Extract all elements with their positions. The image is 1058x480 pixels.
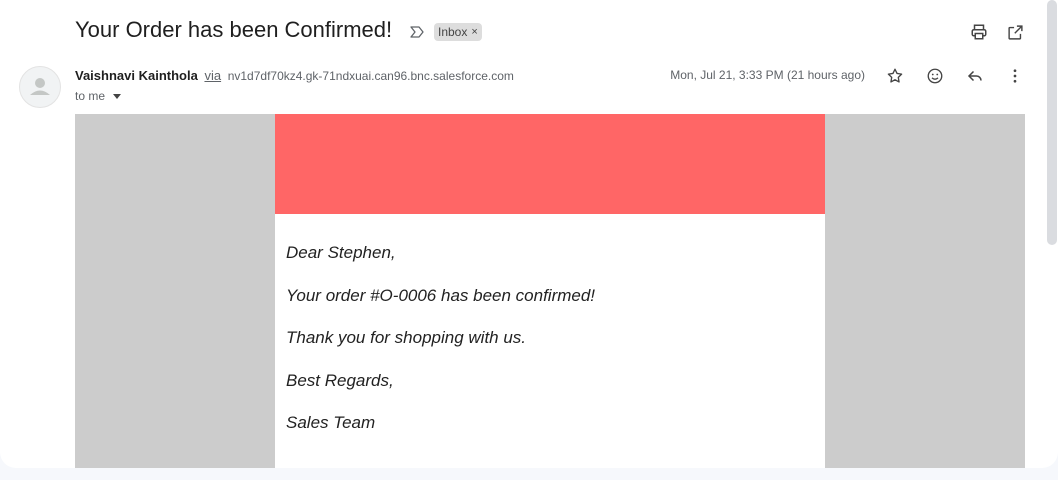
- inbox-label-text: Inbox: [438, 25, 468, 39]
- reply-icon: [967, 70, 982, 82]
- sender-address: nv1d7df70kz4.gk-71ndxuai.can96.bnc.sales…: [227, 69, 514, 83]
- reply-button[interactable]: [963, 64, 987, 88]
- add-reaction-button[interactable]: [923, 64, 947, 88]
- recipients-toggle[interactable]: to me: [75, 89, 122, 103]
- signature-text: Sales Team: [286, 413, 376, 432]
- confirmation-text: Your order #O-0006 has been confirmed!: [286, 286, 596, 305]
- greeting-text: Dear Stephen,: [286, 243, 396, 262]
- print-icon: [971, 24, 987, 40]
- email-view: Your Order has been Confirmed! Inbox × V…: [0, 0, 1058, 468]
- email-message-body: Dear Stephen, Your order #O-0006 has bee…: [75, 114, 1025, 468]
- inbox-label-chip[interactable]: Inbox ×: [434, 23, 482, 41]
- star-button[interactable]: [883, 64, 907, 88]
- header-banner: [275, 114, 825, 214]
- email-subject: Your Order has been Confirmed!: [75, 17, 393, 42]
- more-options-button[interactable]: [1003, 64, 1027, 88]
- sender-name[interactable]: Vaishnavi Kainthola: [75, 68, 198, 83]
- thank-you-text: Thank you for shopping with us.: [286, 328, 527, 347]
- emoji-reaction-icon: [927, 68, 943, 84]
- more-options-icon: [1013, 69, 1017, 83]
- email-date: Mon, Jul 21, 3:33 PM (21 hours ago): [670, 68, 865, 82]
- via-link[interactable]: via: [204, 68, 221, 83]
- chevron-down-icon: [113, 93, 122, 99]
- sender-line: Vaishnavi Kainthola via nv1d7df70kz4.gk-…: [75, 68, 514, 83]
- recipients-text: to me: [75, 89, 106, 103]
- remove-label-icon[interactable]: ×: [471, 23, 477, 41]
- sender-avatar[interactable]: [19, 66, 61, 108]
- open-in-new-window-button[interactable]: [1003, 20, 1027, 44]
- closing-text: Best Regards,: [286, 371, 394, 390]
- email-content-panel: Dear Stephen, Your order #O-0006 has bee…: [275, 114, 825, 468]
- default-avatar-icon: [30, 78, 50, 95]
- open-in-new-window-icon: [1007, 24, 1023, 40]
- scrollbar[interactable]: [1047, 0, 1057, 245]
- star-icon: [887, 68, 903, 83]
- print-button[interactable]: [967, 20, 991, 44]
- important-marker-icon[interactable]: [409, 24, 425, 40]
